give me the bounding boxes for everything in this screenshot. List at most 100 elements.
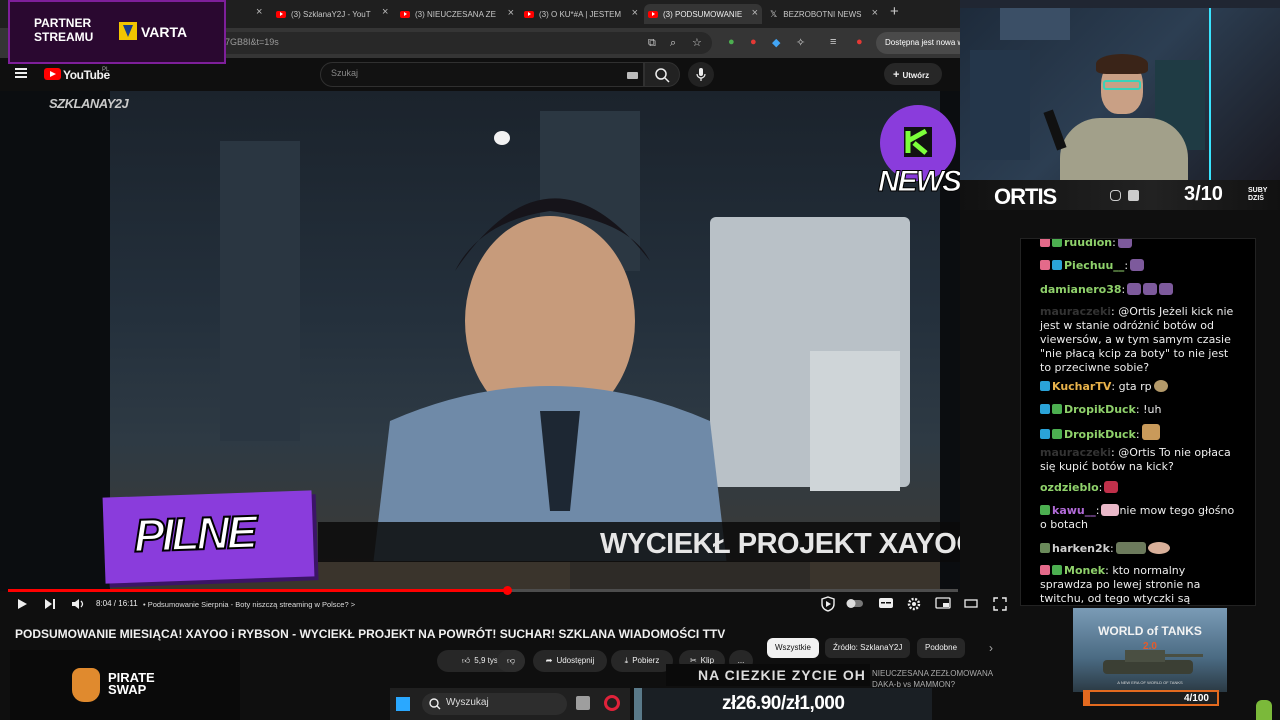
share-button[interactable]: ➦ Udostępnij bbox=[533, 650, 607, 672]
extension-icon[interactable]: ● bbox=[728, 36, 735, 48]
extension-icon[interactable]: ● bbox=[750, 36, 757, 48]
up-next-preview[interactable]: NIEUCZESANA ZEZŁOMOWANA DAKA-b vs MAMMON… bbox=[872, 668, 993, 690]
close-tab-icon[interactable]: × bbox=[752, 7, 758, 19]
profile-icon[interactable]: ● bbox=[856, 36, 863, 48]
chip-related[interactable]: Podobne bbox=[917, 638, 966, 658]
chapter-title[interactable]: • Podsumowanie Sierpnia - Boty niszczą s… bbox=[143, 600, 355, 609]
video-player[interactable]: SZKLANAY2J NEWS PILNE WYCIEKŁ PROJEKT XA… bbox=[0, 91, 960, 591]
zoom-icon[interactable]: ⌕ bbox=[670, 37, 676, 50]
windows-taskbar bbox=[390, 688, 630, 720]
chat-username[interactable]: damianero38 bbox=[1040, 283, 1122, 296]
streamer-hair bbox=[1096, 54, 1148, 74]
search-box bbox=[320, 62, 644, 87]
chat-username[interactable]: Monek bbox=[1064, 564, 1105, 577]
chat-message: ruudion: bbox=[1040, 239, 1240, 250]
chat-username[interactable]: kawu__ bbox=[1052, 504, 1096, 517]
chat-message: Monek: kto normalny sprawdza po lewej st… bbox=[1040, 564, 1201, 605]
chat-username[interactable]: mauraczeki bbox=[1040, 446, 1111, 459]
close-tab-icon[interactable]: × bbox=[382, 6, 388, 18]
varta-logo-text: VARTA bbox=[141, 24, 188, 40]
chips-next-icon[interactable]: › bbox=[989, 641, 993, 655]
subtitles-icon[interactable] bbox=[878, 597, 894, 609]
chat-username[interactable]: ozdzieblo bbox=[1040, 481, 1099, 494]
next-video-icon[interactable] bbox=[43, 597, 57, 611]
region-code: PL bbox=[102, 67, 110, 73]
url-text: 7GB8I&t=19s bbox=[225, 37, 279, 47]
chat-emote-icon bbox=[1127, 283, 1142, 295]
download-button[interactable]: ⤓ Pobierz bbox=[611, 650, 673, 672]
chip-source[interactable]: Źródło: SzklanaY2J bbox=[825, 638, 911, 658]
close-tab-icon[interactable]: × bbox=[508, 7, 514, 19]
chat-username[interactable]: KucharTV bbox=[1052, 380, 1111, 393]
volume-icon[interactable] bbox=[71, 597, 87, 611]
world-of-tanks-ad[interactable]: WORLD of TANKS 2.0 A NEW ERA OF WORLD OF… bbox=[1073, 608, 1227, 692]
opera-browser-icon[interactable] bbox=[604, 695, 620, 711]
browser-tab-active[interactable]: (3) PODSUMOWANIE × bbox=[644, 4, 762, 24]
browser-tab[interactable]: (3) O KU*#A | JESTEM × bbox=[524, 4, 642, 24]
chat-badge-icon bbox=[1040, 239, 1050, 247]
bookmark-star-icon[interactable]: ☆ bbox=[692, 36, 702, 49]
theater-mode-icon[interactable] bbox=[964, 597, 978, 609]
chat-username[interactable]: DropikDuck bbox=[1064, 403, 1136, 416]
fullscreen-icon[interactable] bbox=[993, 597, 1007, 611]
chat-username[interactable]: DropikDuck bbox=[1064, 428, 1136, 441]
install-app-icon[interactable]: ⧉ bbox=[648, 37, 656, 50]
chip-all[interactable]: Wszystkie bbox=[767, 638, 819, 658]
chat-emote-icon bbox=[1115, 542, 1146, 554]
chat-username[interactable]: Piechuu__ bbox=[1064, 259, 1124, 272]
autoplay-toggle-icon[interactable] bbox=[846, 597, 864, 609]
chat-username[interactable]: ruudion bbox=[1064, 239, 1112, 249]
close-tab-icon[interactable]: × bbox=[632, 7, 638, 19]
play-icon[interactable] bbox=[15, 597, 29, 611]
search-input[interactable] bbox=[331, 68, 611, 78]
microphone-icon bbox=[696, 68, 706, 81]
new-tab-icon[interactable]: + bbox=[890, 3, 899, 20]
shield-icon[interactable] bbox=[820, 596, 836, 612]
extension-icon[interactable]: ◆ bbox=[772, 36, 780, 49]
chat-emote-icon bbox=[1117, 239, 1132, 248]
task-view-icon[interactable] bbox=[576, 696, 590, 710]
player-controls: 8:04 / 16:11 • Podsumowanie Sierpnia - B… bbox=[0, 593, 1010, 617]
create-button[interactable]: + Utwórz bbox=[884, 63, 942, 85]
chat-message: harken2k: bbox=[1040, 542, 1240, 556]
miniplayer-icon[interactable] bbox=[935, 597, 951, 609]
pirate-swap-banner: PIRATE SWAP bbox=[10, 650, 240, 720]
chat-emote-icon bbox=[1159, 283, 1174, 295]
subs-label-line: DZIŚ bbox=[1248, 195, 1264, 202]
chat-username[interactable]: harken2k bbox=[1052, 542, 1110, 555]
chat-message: DropikDuck: !uh bbox=[1040, 403, 1240, 417]
update-available-button[interactable]: Dostępna jest nowa w bbox=[876, 32, 960, 54]
browser-tab[interactable]: 𝕏 BEZROBOTNI NEWS × bbox=[770, 4, 882, 24]
chat-emote-icon bbox=[1130, 259, 1145, 271]
settings-gear-icon[interactable] bbox=[907, 597, 921, 611]
taskbar-search-input[interactable] bbox=[446, 697, 556, 708]
ad-goal-progress: 4/100 bbox=[1083, 690, 1219, 706]
download-icon: ⤓ bbox=[624, 656, 629, 665]
close-tab-icon[interactable]: × bbox=[872, 7, 878, 19]
search-button[interactable] bbox=[644, 62, 680, 87]
ad-goal-progress-text: 4/100 bbox=[1183, 693, 1209, 704]
browser-tab[interactable]: (3) NIEUCZESANA ZE × bbox=[400, 4, 518, 24]
streamer-body bbox=[1060, 118, 1188, 180]
browser-tab[interactable]: (3) SzklanaY2J - YouT bbox=[276, 4, 394, 24]
menu-icon[interactable] bbox=[15, 68, 27, 78]
chat-badge-icon bbox=[1040, 404, 1050, 414]
chat-text: gta rp bbox=[1118, 380, 1152, 393]
dislike-button[interactable]: 👎︎ bbox=[497, 650, 525, 672]
youtube-logo-icon[interactable] bbox=[44, 68, 61, 80]
video-progress-bar[interactable] bbox=[8, 586, 958, 595]
extensions-puzzle-icon[interactable]: ✧ bbox=[796, 36, 805, 49]
chat-username[interactable]: mauraczeki bbox=[1040, 305, 1111, 318]
chat-message: ozdzieblo: bbox=[1040, 481, 1240, 495]
keyboard-icon[interactable] bbox=[627, 72, 638, 79]
address-bar[interactable]: 7GB8I&t=19s ⧉ ⌕ ☆ bbox=[200, 32, 712, 54]
voice-search-button[interactable] bbox=[688, 62, 714, 87]
chat-text: !uh bbox=[1143, 403, 1162, 416]
windows-start-icon[interactable] bbox=[396, 697, 410, 711]
donation-message-banner: NA CIEZKIE ZYCIE OH bbox=[666, 664, 870, 686]
android-mascot-icon bbox=[1256, 700, 1272, 720]
reading-list-icon[interactable]: ≡ bbox=[830, 36, 836, 48]
urgent-badge: PILNE bbox=[102, 490, 315, 584]
close-tab-icon[interactable]: × bbox=[256, 6, 262, 18]
chat-message: KucharTV: gta rp bbox=[1040, 380, 1240, 394]
